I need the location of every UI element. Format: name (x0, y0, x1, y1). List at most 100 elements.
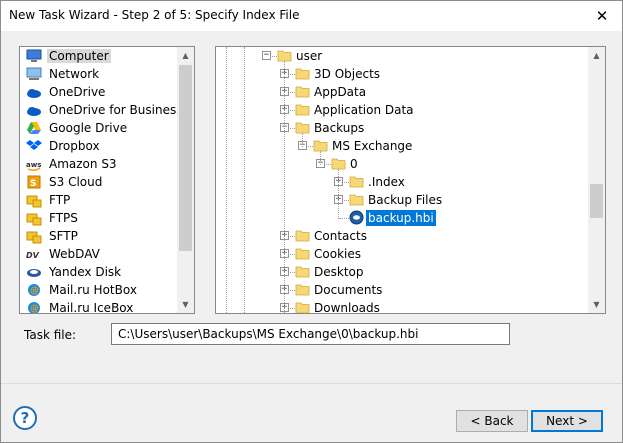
tree-branch-line (320, 151, 321, 165)
tree-branch-line (302, 133, 303, 147)
sftp-icon (26, 228, 42, 244)
storage-item-label: FTP (49, 193, 71, 207)
storage-item-webdav[interactable]: DV WebDAV (20, 245, 177, 263)
tree-node-label: Cookies (314, 247, 361, 261)
storage-item-label: Network (49, 67, 100, 81)
scrollbar-thumb[interactable] (590, 184, 603, 218)
task-file-input[interactable]: C:\Users\user\Backups\MS Exchange\0\back… (111, 323, 510, 345)
back-button[interactable]: < Back (456, 410, 528, 432)
onedrive-icon (26, 84, 42, 100)
tree-node-label: Documents (314, 283, 383, 297)
storage-item-onedrive-for-business[interactable]: OneDrive for Business (20, 101, 182, 119)
storage-item-label: Amazon S3 (49, 157, 117, 171)
storage-item-mail-ru-hotbox[interactable]: @ Mail.ru HotBox (20, 281, 177, 299)
title-bar: New Task Wizard - Step 2 of 5: Specify I… (1, 1, 622, 31)
next-button[interactable]: Next > (531, 410, 603, 432)
storage-list: Computer Network OneDrive OneDrive for Busi… (20, 47, 182, 314)
ftp-icon (26, 192, 42, 208)
storage-item-label: FTPS (49, 211, 78, 225)
scroll-up-icon[interactable]: ▲ (177, 47, 194, 64)
storage-item-onedrive[interactable]: OneDrive (20, 83, 177, 101)
storage-item-s3-cloud[interactable]: S S3 Cloud (20, 173, 177, 191)
tree-node-label: Backup Files (368, 193, 443, 207)
wizard-body: Computer Network OneDrive OneDrive for Busi… (1, 31, 622, 442)
tree-node-label: user (296, 49, 323, 63)
svg-text:DV: DV (26, 251, 40, 260)
amazon-s3-icon: aws (26, 156, 42, 172)
footer-divider (1, 383, 622, 384)
storage-item-label: OneDrive (49, 85, 106, 99)
folder-icon (295, 300, 310, 313)
ftps-icon (26, 210, 42, 226)
tree-folder-row[interactable]: + Desktop (216, 263, 588, 281)
storage-item-label: SFTP (49, 229, 78, 243)
tree-folder-row[interactable]: + Backup Files (216, 191, 588, 209)
tree-node-label: Application Data (314, 103, 414, 117)
scroll-down-icon[interactable]: ▼ (177, 296, 194, 313)
webdav-icon: DV (26, 246, 42, 262)
storage-item-label: Mail.ru HotBox (49, 283, 137, 297)
close-icon: ✕ (595, 7, 609, 25)
close-button[interactable]: ✕ (582, 1, 622, 31)
folder-icon (295, 246, 310, 261)
tree-folder-row[interactable]: + Contacts (216, 227, 588, 245)
storage-item-mail-ru-icebox[interactable]: @ Mail.ru IceBox (20, 299, 177, 314)
storage-item-label: Yandex Disk (49, 265, 122, 279)
storage-item-network[interactable]: Network (20, 65, 177, 83)
storage-item-label: Computer (47, 49, 111, 63)
folder-tree-panel: − user +3D Objects + AppData + Application Dat… (215, 46, 606, 314)
folder-icon (295, 282, 310, 297)
help-button[interactable]: ? (13, 406, 37, 430)
collapse-icon[interactable]: − (262, 51, 271, 60)
tree-folder-row[interactable]: − Backups (216, 119, 588, 137)
scroll-down-icon[interactable]: ▼ (588, 296, 605, 313)
tree-folder-row[interactable]: + .Index (216, 173, 588, 191)
storage-item-label: WebDAV (49, 247, 100, 261)
tree-folder-row[interactable]: + Cookies (216, 245, 588, 263)
tree-node-label: AppData (314, 85, 367, 99)
storage-item-computer[interactable]: Computer (20, 47, 177, 65)
yandex-disk-icon (26, 264, 42, 280)
storage-item-label: S3 Cloud (49, 175, 103, 189)
onedrive-business-icon (26, 102, 42, 118)
storage-item-yandex-disk[interactable]: Yandex Disk (20, 263, 177, 281)
storage-list-scrollbar[interactable]: ▲ ▼ (177, 47, 194, 313)
tree-folder-row[interactable]: + Downloads (216, 299, 588, 313)
storage-item-ftps[interactable]: FTPS (20, 209, 177, 227)
scroll-up-icon[interactable]: ▲ (588, 47, 605, 64)
storage-item-google-drive[interactable]: Google Drive (20, 119, 177, 137)
storage-item-amazon-s3[interactable]: aws Amazon S3 (20, 155, 177, 173)
tree-folder-row[interactable]: + AppData (216, 83, 588, 101)
tree-node-label: Desktop (314, 265, 364, 279)
folder-tree-scrollbar[interactable]: ▲ ▼ (588, 47, 605, 313)
svg-text:@: @ (30, 304, 39, 314)
tree-folder-row[interactable]: +3D Objects (216, 65, 588, 83)
tree-folder-row[interactable]: − user (216, 47, 588, 65)
storage-item-label: OneDrive for Business (49, 103, 183, 117)
tree-folder-row[interactable]: + Documents (216, 281, 588, 299)
svg-text:S: S (30, 179, 36, 189)
window-title: New Task Wizard - Step 2 of 5: Specify I… (9, 8, 300, 22)
storage-item-ftp[interactable]: FTP (20, 191, 177, 209)
s3-cloud-icon: S (26, 174, 42, 190)
storage-item-label: Dropbox (49, 139, 100, 153)
help-icon: ? (20, 409, 30, 427)
tree-node-label: 3D Objects (314, 67, 381, 81)
tree-folder-row[interactable]: + Application Data (216, 101, 588, 119)
storage-item-dropbox[interactable]: Dropbox (20, 137, 177, 155)
storage-item-sftp[interactable]: SFTP (20, 227, 177, 245)
storage-item-label: Google Drive (49, 121, 128, 135)
tree-file-row[interactable]: backup.hbi (216, 209, 588, 227)
tree-node-label: 0 (350, 157, 358, 171)
storage-list-panel: Computer Network OneDrive OneDrive for Busi… (19, 46, 195, 314)
svg-text:@: @ (30, 286, 39, 296)
tree-node-label: .Index (368, 175, 405, 189)
tree-node-label: backup.hbi (366, 210, 436, 226)
tree-folder-row[interactable]: −0 (216, 155, 588, 173)
tree-node-label: Contacts (314, 229, 367, 243)
folder-icon (295, 84, 310, 99)
scrollbar-thumb[interactable] (179, 65, 192, 251)
mailru-icebox-icon: @ (26, 300, 42, 314)
folder-icon (349, 174, 364, 189)
tree-folder-row[interactable]: − MS Exchange (216, 137, 588, 155)
